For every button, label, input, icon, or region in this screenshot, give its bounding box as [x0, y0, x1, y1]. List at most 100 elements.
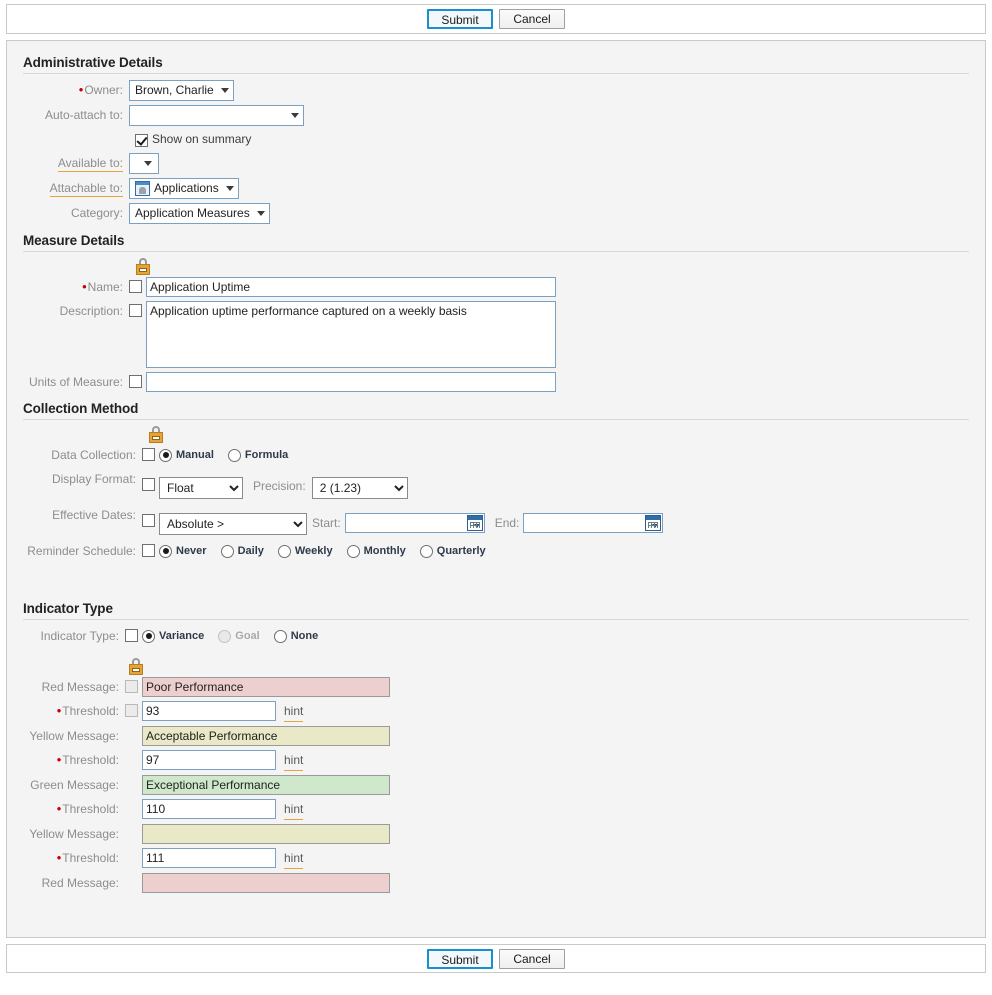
radio-none-button[interactable] [273, 629, 287, 643]
cancel-button-top[interactable]: Cancel [499, 9, 565, 29]
description-label: Description: [59, 304, 123, 318]
hint-link-yellow-1[interactable]: hint [284, 750, 304, 771]
green-message-input[interactable] [142, 775, 390, 795]
row-display-format: Display Format: Float Precision: 2 (1.23… [17, 469, 975, 499]
red-threshold-lock-checkbox-1 [125, 704, 138, 717]
radio-none[interactable]: None [273, 626, 318, 646]
radio-monthly-label: Monthly [363, 545, 406, 557]
owner-dropdown[interactable]: Brown, Charlie [129, 80, 234, 101]
radio-weekly-label: Weekly [294, 545, 333, 557]
required-indicator: • [78, 82, 84, 97]
lock-icon [148, 426, 164, 443]
red-message-input-1[interactable] [142, 677, 390, 697]
start-date-input[interactable] [344, 513, 485, 533]
section-title-collection: Collection Method [23, 401, 139, 416]
calendar-icon-end[interactable] [645, 515, 662, 531]
row-green-threshold: •Threshold: hint [17, 799, 975, 820]
effective-dates-lock-checkbox[interactable] [142, 513, 155, 527]
cancel-button-bottom[interactable]: Cancel [499, 948, 565, 969]
radio-quarterly-button[interactable] [419, 544, 433, 558]
radio-monthly-button[interactable] [346, 544, 360, 558]
precision-select[interactable]: 2 (1.23) [311, 477, 408, 499]
radio-never-button[interactable] [159, 544, 172, 558]
start-date-wrapper [344, 513, 485, 533]
radio-daily-button[interactable] [220, 544, 234, 558]
owner-value: Brown, Charlie [135, 83, 214, 97]
show-on-summary-checkbox[interactable] [135, 134, 148, 147]
reminder-schedule-label: Reminder Schedule: [27, 544, 136, 558]
section-rule-collection [23, 419, 969, 420]
radio-daily-label: Daily [237, 545, 264, 557]
description-textarea[interactable]: Application uptime performance captured … [146, 301, 556, 368]
radio-weekly[interactable]: Weekly [277, 541, 333, 561]
start-label: Start: [312, 515, 341, 530]
chevron-down-icon [291, 113, 299, 118]
radio-manual[interactable]: Manual [159, 445, 214, 465]
yellow-threshold-input-1[interactable] [142, 750, 276, 770]
name-lock-checkbox[interactable] [129, 280, 142, 293]
name-input[interactable] [146, 277, 556, 297]
green-threshold-input[interactable] [142, 799, 276, 819]
units-label: Units of Measure: [28, 375, 123, 389]
available-to-dropdown[interactable] [129, 153, 159, 174]
lock-icon [135, 258, 151, 275]
category-label: Category: [70, 206, 123, 220]
yellow-message-label-2: Yellow Message: [29, 827, 119, 841]
yellow-message-input-2[interactable] [142, 824, 390, 844]
display-format-lock-checkbox[interactable] [142, 477, 155, 491]
description-lock-checkbox[interactable] [129, 304, 142, 317]
row-red-message-2: Red Message: [17, 873, 975, 893]
yellow-threshold-input-2[interactable] [142, 848, 276, 868]
row-owner: •Owner: Brown, Charlie [17, 80, 975, 101]
radio-monthly[interactable]: Monthly [346, 541, 406, 561]
red-message-label-1: Red Message: [41, 680, 119, 694]
required-indicator: • [56, 801, 62, 816]
row-indicator-type: Indicator Type: Variance Goal None [17, 626, 975, 646]
auto-attach-dropdown[interactable] [129, 105, 304, 126]
radio-formula[interactable]: Formula [227, 445, 288, 465]
chevron-down-icon [256, 211, 265, 216]
display-format-select[interactable]: Float [159, 477, 243, 499]
row-auto-attach: Auto-attach to: [17, 105, 975, 126]
row-yellow-threshold-2: •Threshold: hint [17, 848, 975, 869]
radio-quarterly[interactable]: Quarterly [419, 541, 486, 561]
row-available-to: Available to: [17, 153, 975, 174]
units-lock-checkbox[interactable] [129, 375, 142, 388]
radio-daily[interactable]: Daily [220, 541, 264, 561]
red-threshold-input-1[interactable] [142, 701, 276, 721]
yellow-message-input-1[interactable] [142, 726, 390, 746]
bottom-button-bar: Submit Cancel [6, 944, 986, 973]
radio-manual-button[interactable] [159, 448, 172, 462]
calendar-icon-start[interactable] [466, 515, 483, 531]
measure-lock-row [17, 258, 975, 277]
reminder-schedule-lock-checkbox[interactable] [142, 544, 155, 557]
red-message-input-2[interactable] [142, 873, 390, 893]
units-input[interactable] [146, 372, 556, 392]
submit-button-bottom[interactable]: Submit [427, 948, 493, 969]
radio-goal: Goal [218, 626, 260, 646]
radio-weekly-button[interactable] [277, 544, 291, 558]
category-dropdown[interactable]: Application Measures [129, 203, 270, 224]
effective-dates-mode-select[interactable]: Absolute > [159, 513, 307, 535]
row-yellow-threshold-1: •Threshold: hint [17, 750, 975, 771]
end-date-input[interactable] [523, 513, 664, 533]
hint-link-red-1[interactable]: hint [284, 701, 304, 722]
radio-formula-button[interactable] [227, 448, 241, 462]
section-rule-measure [23, 251, 969, 252]
indicator-type-lock-checkbox[interactable] [125, 629, 138, 642]
green-message-label: Green Message: [30, 778, 119, 792]
submit-button-top[interactable]: Submit [427, 9, 493, 29]
hint-link-green[interactable]: hint [284, 799, 304, 820]
attachable-to-dropdown[interactable]: Applications [129, 178, 239, 199]
radio-variance-button[interactable] [142, 629, 155, 643]
red-message-lock-checkbox-1 [125, 680, 138, 693]
row-attachable-to: Attachable to: Applications [17, 178, 975, 199]
section-title-measure: Measure Details [23, 233, 125, 248]
radio-variance[interactable]: Variance [142, 626, 204, 646]
radio-never[interactable]: Never [159, 541, 207, 561]
hint-link-yellow-2[interactable]: hint [284, 848, 304, 869]
row-description: Description: Application uptime performa… [17, 301, 975, 368]
data-collection-lock-checkbox[interactable] [142, 448, 155, 461]
indicator-type-label: Indicator Type: [40, 629, 120, 643]
